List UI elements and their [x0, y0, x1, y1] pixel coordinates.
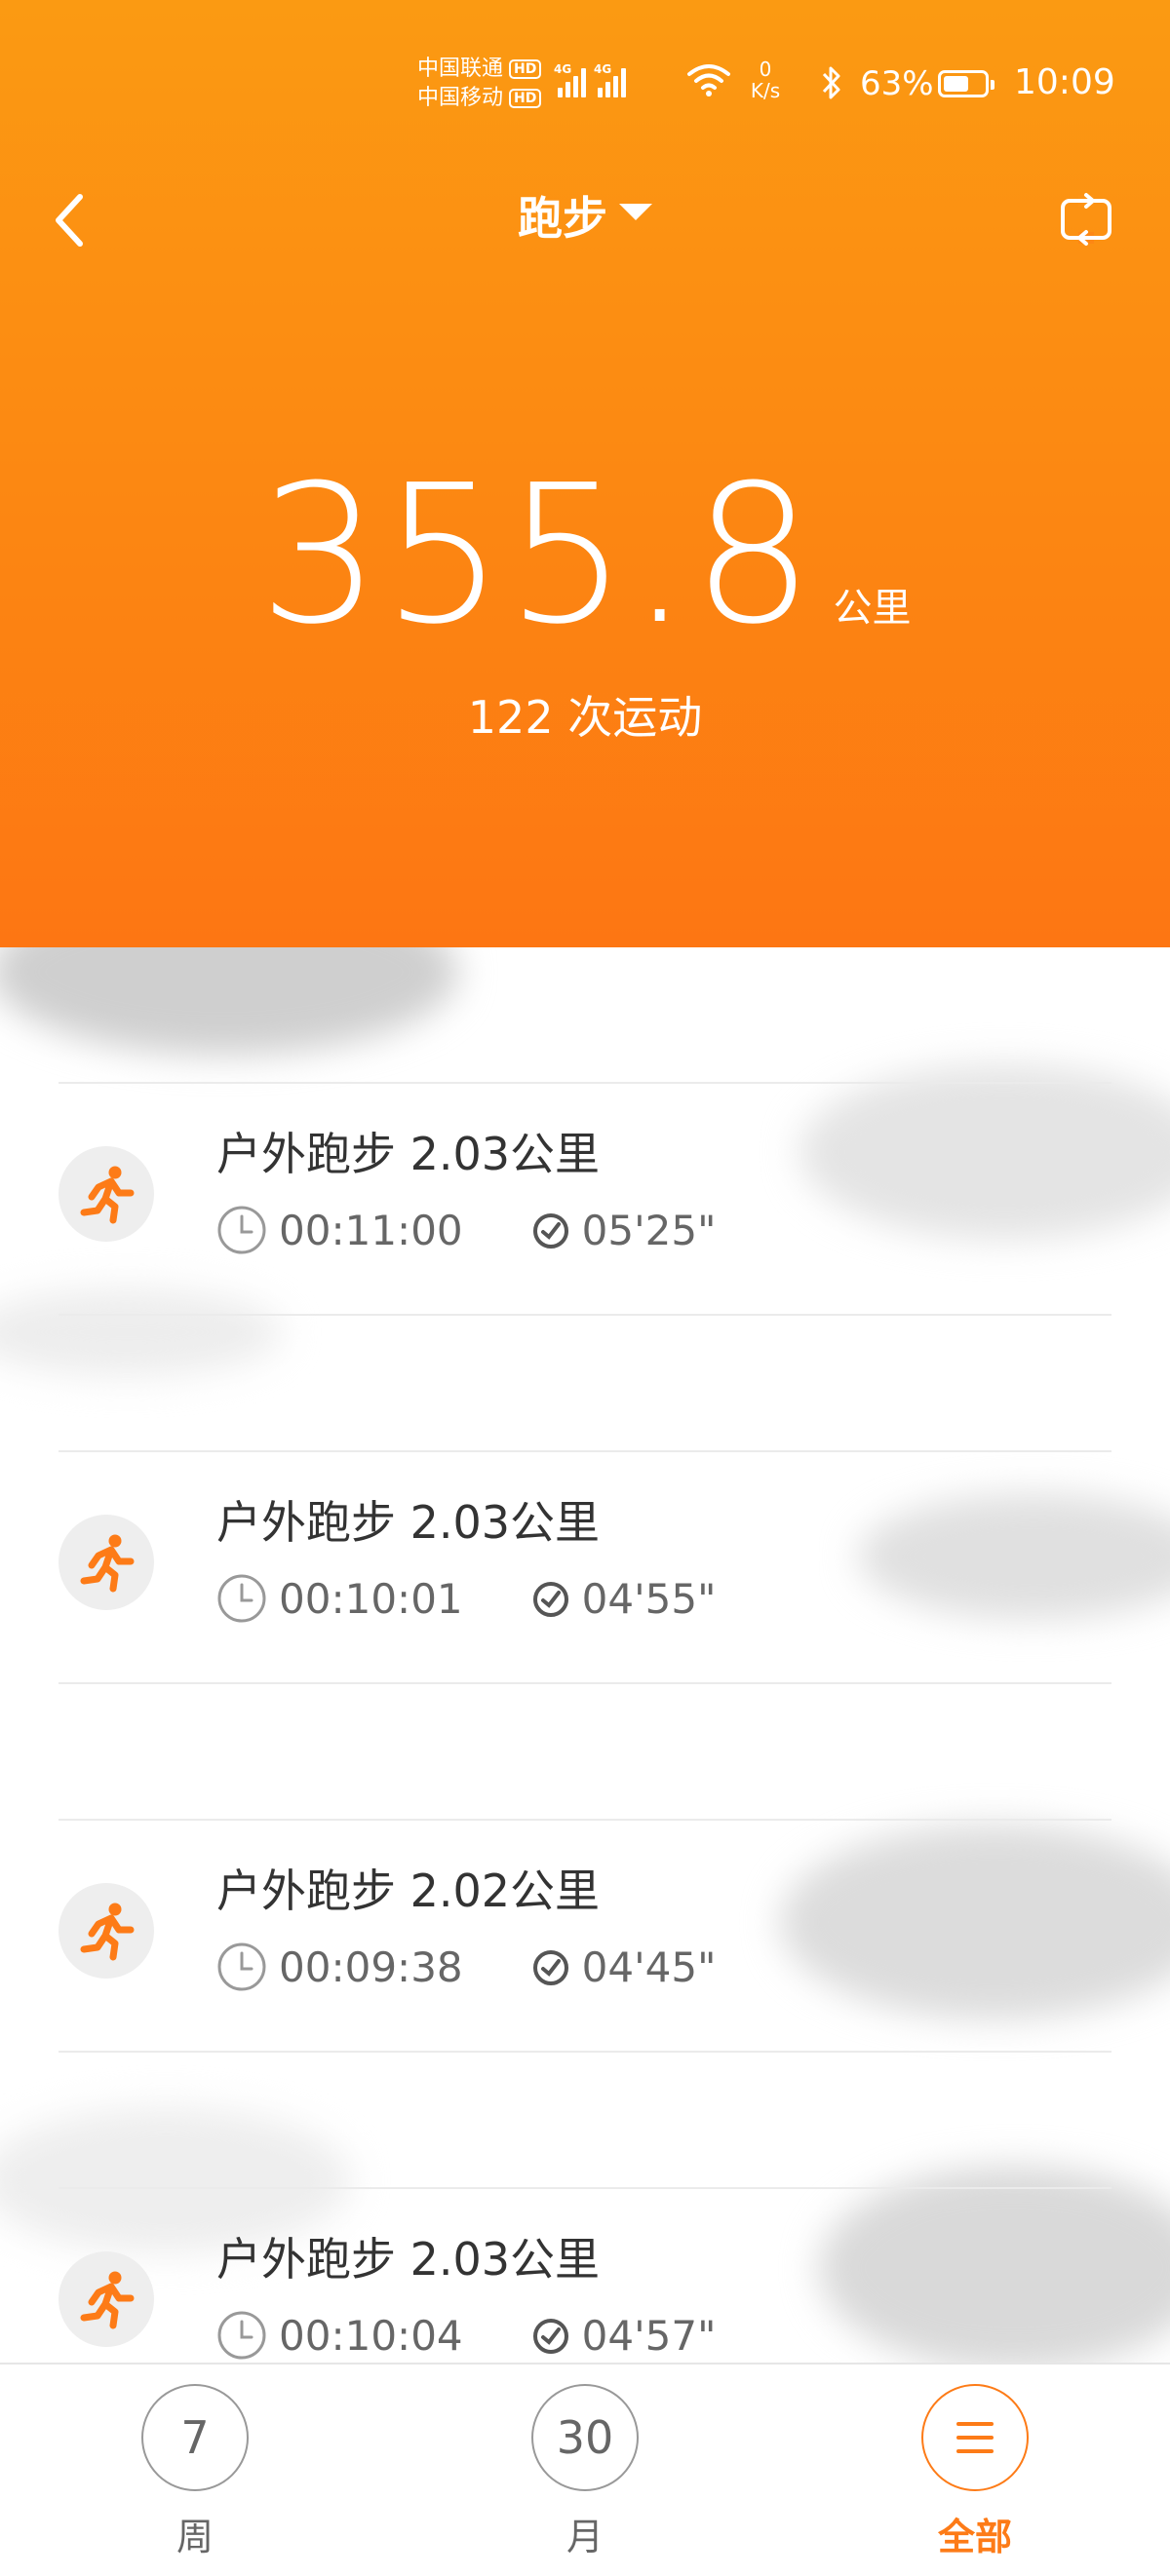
caret-down-icon: [619, 204, 652, 220]
running-icon: [58, 2251, 154, 2347]
record-meta: 00:09:38 04'45": [216, 1942, 716, 1992]
record-pace: 04'55": [581, 1574, 717, 1623]
record-duration: 00:10:04: [279, 2311, 463, 2360]
running-icon: [58, 1883, 154, 1979]
pace-icon: [531, 1211, 570, 1250]
carrier-2: 中国移动: [417, 86, 504, 110]
divider: [58, 1314, 1112, 1316]
running-icon: [58, 1515, 154, 1610]
status-bar: 中国联通 HD 中国移动 HD 4G 4G 0 K/s 63% 10:09: [0, 0, 1170, 175]
header: 中国联通 HD 中国移动 HD 4G 4G 0 K/s 63% 10:09 跑步…: [0, 0, 1170, 947]
tab-all-label: 全部: [937, 2516, 1012, 2558]
signal-icon: 4G: [554, 62, 586, 97]
battery-percent: 63%: [860, 64, 934, 103]
signal-icons: 4G 4G: [554, 62, 626, 97]
nav-bar: 跑步: [0, 175, 1170, 263]
total-distance-value: 355.8: [258, 444, 816, 667]
clock-icon: [216, 1205, 267, 1255]
pace-icon: [531, 2316, 570, 2355]
carrier-1: 中国联通: [417, 57, 504, 81]
list-item[interactable]: 户外跑步 2.03公里 00:11:00 05'25": [0, 1084, 1170, 1314]
record-pace: 04'45": [581, 1942, 717, 1991]
record-pace: 04'57": [581, 2311, 717, 2360]
bottom-tab-bar: 7 周 30 月 全部: [0, 2363, 1170, 2576]
divider: [58, 1682, 1112, 1684]
page-title: 跑步: [518, 192, 607, 245]
hd-badge: HD: [509, 89, 542, 108]
running-icon: [58, 1146, 154, 1242]
repeat-icon: [1061, 193, 1112, 246]
tab-month[interactable]: 30 月: [488, 2384, 682, 2560]
switch-button[interactable]: [1053, 191, 1119, 248]
record-title: 户外跑步 2.03公里: [216, 2233, 601, 2286]
tab-week[interactable]: 7 周: [98, 2384, 292, 2560]
list-item[interactable]: 户外跑步 2.02公里 00:09:38 04'45": [0, 1821, 1170, 2051]
redaction-smudge: [0, 947, 458, 1055]
hd-badge: HD: [509, 59, 542, 79]
sport-type-selector[interactable]: 跑步: [518, 191, 652, 246]
tab-week-label: 周: [176, 2516, 214, 2558]
record-meta: 00:10:01 04'55": [216, 1573, 716, 1624]
pace-icon: [531, 1579, 570, 1618]
battery-icon: [938, 70, 994, 97]
tab-month-circle: 30: [531, 2384, 639, 2491]
record-meta: 00:10:04 04'57": [216, 2310, 716, 2361]
carrier-info: 中国联通 HD 中国移动 HD: [417, 55, 542, 113]
menu-icon: [921, 2384, 1029, 2491]
signal-icon: 4G: [594, 62, 626, 97]
clock-icon: [216, 1942, 267, 1992]
record-duration: 00:09:38: [279, 1942, 463, 1991]
record-title: 户外跑步 2.03公里: [216, 1128, 601, 1180]
wifi-icon: [686, 62, 731, 101]
clock-icon: [216, 1573, 267, 1624]
record-duration: 00:11:00: [279, 1206, 463, 1254]
total-distance-unit: 公里: [833, 586, 912, 631]
pace-icon: [531, 1947, 570, 1986]
record-title: 户外跑步 2.03公里: [216, 1496, 601, 1549]
tab-month-label: 月: [566, 2516, 604, 2558]
records-list[interactable]: 户外跑步 2.03公里 00:11:00 05'25" 户外跑步 2.03公里 …: [0, 947, 1170, 2363]
record-meta: 00:11:00 05'25": [216, 1205, 716, 1255]
workout-count: 122 次运动: [467, 691, 703, 744]
clock: 10:09: [1014, 62, 1115, 102]
record-pace: 05'25": [581, 1206, 717, 1254]
tab-all[interactable]: 全部: [878, 2384, 1072, 2560]
list-item[interactable]: 户外跑步 2.03公里 00:10:01 04'55": [0, 1452, 1170, 1682]
tab-week-circle: 7: [141, 2384, 249, 2491]
total-distance: 355.8 公里: [0, 458, 1170, 653]
record-title: 户外跑步 2.02公里: [216, 1865, 601, 1917]
network-speed: 0 K/s: [750, 58, 781, 102]
record-duration: 00:10:01: [279, 1574, 463, 1623]
bluetooth-icon: [821, 64, 842, 105]
list-item[interactable]: 户外跑步 2.03公里 00:10:04 04'57": [0, 2189, 1170, 2363]
divider: [58, 2051, 1112, 2053]
clock-icon: [216, 2310, 267, 2361]
